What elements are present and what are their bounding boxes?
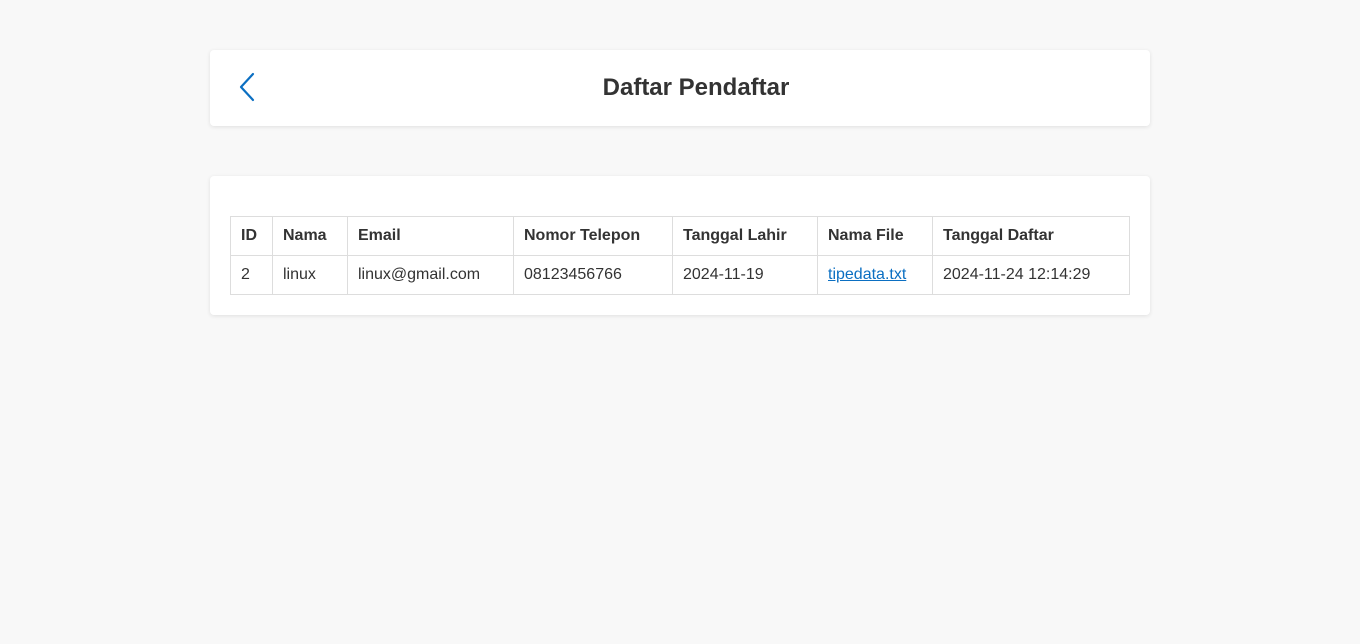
column-header-email: Email [347, 216, 514, 256]
column-header-id: ID [230, 216, 273, 256]
registrants-table: ID Nama Email Nomor Telepon Tanggal Lahi… [230, 216, 1130, 295]
header-card: Daftar Pendaftar [210, 50, 1150, 126]
table-row: 2 linux linux@gmail.com 08123456766 2024… [230, 255, 1130, 295]
table-header-row: ID Nama Email Nomor Telepon Tanggal Lahi… [230, 216, 1130, 256]
column-header-tanggal-lahir: Tanggal Lahir [672, 216, 818, 256]
cell-nama-file: tipedata.txt [817, 255, 933, 295]
cell-email: linux@gmail.com [347, 255, 514, 295]
column-header-nomor-telepon: Nomor Telepon [513, 216, 673, 256]
column-header-nama: Nama [272, 216, 348, 256]
cell-nama: linux [272, 255, 348, 295]
column-header-tanggal-daftar: Tanggal Daftar [932, 216, 1130, 256]
column-header-nama-file: Nama File [817, 216, 933, 256]
file-link[interactable]: tipedata.txt [828, 266, 906, 283]
table-card: ID Nama Email Nomor Telepon Tanggal Lahi… [210, 176, 1150, 315]
page-title: Daftar Pendaftar [602, 74, 790, 101]
cell-nomor-telepon: 08123456766 [513, 255, 673, 295]
cell-id: 2 [230, 255, 273, 295]
cell-tanggal-lahir: 2024-11-19 [672, 255, 818, 295]
cell-tanggal-daftar: 2024-11-24 12:14:29 [932, 255, 1130, 295]
